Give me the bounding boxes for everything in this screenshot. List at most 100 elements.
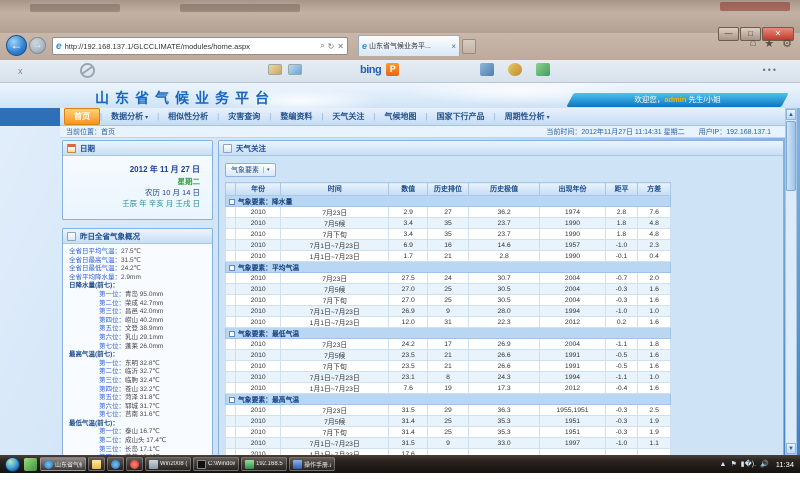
favorites-icon[interactable]: ★ bbox=[764, 37, 774, 50]
table-cell: 2010 bbox=[236, 361, 281, 372]
taskbar-clock[interactable]: 11:34 bbox=[776, 460, 794, 469]
weather-watch-title: 天气关注 bbox=[236, 143, 266, 154]
chevron-down-icon: ▾ bbox=[145, 115, 148, 121]
table-cell: 2.8 bbox=[605, 207, 638, 218]
addon-icon[interactable] bbox=[268, 64, 282, 75]
overflow-menu-icon[interactable]: ••• bbox=[763, 65, 778, 75]
address-bar[interactable]: e http://192.168.137.1/GLCCLIMATE/module… bbox=[52, 37, 348, 55]
table-cell: 2010 bbox=[236, 427, 281, 438]
stop-icon[interactable]: ✕ bbox=[337, 42, 344, 51]
group-header-row[interactable]: 气象要素：最低气温 bbox=[226, 328, 671, 339]
table-cell: 2010 bbox=[236, 207, 281, 218]
minimize-button[interactable]: — bbox=[718, 27, 739, 41]
table-cell: 7月23日 bbox=[281, 339, 389, 350]
summary-stat: 全省日最低气温：24.2℃ bbox=[69, 265, 210, 274]
group-header-row[interactable]: 气象要素：降水量 bbox=[226, 196, 671, 207]
table-cell: 24.3 bbox=[468, 372, 539, 383]
bing-badge-icon[interactable]: P bbox=[386, 63, 399, 76]
summary-stat: 全省日最高气温：31.5℃ bbox=[69, 257, 210, 266]
tab-close-icon[interactable]: × bbox=[451, 42, 456, 51]
group-header-row[interactable]: 气象要素：最高气温 bbox=[226, 394, 671, 405]
show-hidden-icons[interactable]: ▲ bbox=[720, 461, 727, 468]
scrollbar-thumb[interactable] bbox=[786, 121, 796, 191]
expand-checkbox-icon[interactable] bbox=[229, 397, 235, 403]
table-cell: -1.0 bbox=[605, 240, 638, 251]
start-button[interactable] bbox=[5, 457, 20, 472]
group-header-row[interactable]: 气象要素：平均气温 bbox=[226, 262, 671, 273]
refresh-icon[interactable]: ↻ bbox=[328, 42, 335, 51]
rank-item: 第四位：苍山 32.2℃ bbox=[69, 386, 210, 395]
row-lead-cell bbox=[226, 284, 236, 295]
network-icon[interactable]: ▮�). bbox=[741, 460, 756, 468]
letterbox bbox=[0, 473, 800, 500]
table-cell: 21 bbox=[428, 251, 469, 262]
addon-icon[interactable] bbox=[480, 63, 494, 76]
taskbar-button-label: 192.168.59.99... bbox=[256, 461, 283, 467]
row-lead-cell bbox=[226, 295, 236, 306]
settings-icon[interactable]: ⚙ bbox=[782, 37, 792, 50]
nav-item-1[interactable]: 首页 bbox=[64, 108, 100, 125]
search-icon[interactable]: ⌕ bbox=[320, 41, 324, 51]
rank-item: 第七位：莒南 31.6℃ bbox=[69, 411, 210, 420]
nav-item-7[interactable]: 气候地图 bbox=[375, 109, 425, 124]
nav-item-4[interactable]: 灾害查询 bbox=[219, 109, 269, 124]
forward-button[interactable]: → bbox=[29, 37, 46, 54]
back-button[interactable]: ← bbox=[6, 35, 27, 56]
chart-icon bbox=[223, 144, 232, 153]
rank-item: 第一位：泰山 16.7℃ bbox=[69, 428, 210, 437]
addon-icon[interactable] bbox=[288, 64, 302, 75]
table-cell: -0.3 bbox=[605, 405, 638, 416]
taskbar-button-label: 操作手册.docx ... bbox=[304, 460, 331, 469]
taskbar-button[interactable]: C:\Windows\s... bbox=[193, 457, 239, 471]
close-pane-icon[interactable]: x bbox=[18, 66, 23, 76]
table-cell: 1.6 bbox=[638, 350, 671, 361]
table-cell: 2010 bbox=[236, 405, 281, 416]
taskbar-folder-button[interactable] bbox=[88, 457, 105, 471]
taskbar-button[interactable]: Win2008 (VS2... bbox=[145, 457, 191, 471]
row-lead-cell bbox=[226, 218, 236, 229]
nav-item-9[interactable]: 周期性分析▾ bbox=[496, 109, 559, 124]
element-selector-button[interactable]: 气象要素 ▾ bbox=[225, 163, 276, 177]
column-header: 时间 bbox=[281, 183, 389, 196]
taskbar-opera-button[interactable] bbox=[126, 457, 143, 471]
home-icon[interactable]: ⌂ bbox=[750, 37, 757, 50]
weather-watch-panel: 天气关注 气象要素 ▾ 年份时间数值历史排位历史极值出现年份距平方差 气象要素：… bbox=[218, 140, 784, 455]
table-cell: 2004 bbox=[540, 273, 605, 284]
nav-item-2[interactable]: 数据分析▾ bbox=[102, 109, 157, 124]
action-center-icon[interactable]: ⚑ bbox=[730, 460, 736, 468]
bing-logo[interactable]: bing bbox=[360, 64, 381, 76]
url-text[interactable]: http://192.168.137.1/GLCCLIMATE/modules/… bbox=[65, 42, 318, 51]
scroll-down-arrow[interactable]: ▼ bbox=[786, 443, 796, 454]
quick-launch-icon[interactable] bbox=[24, 458, 37, 471]
table-row: 20107月1日~7月23日31.5933.01997-1.01.1 bbox=[226, 438, 671, 449]
status-strip: 当前位置：首页 当前时间：2012年11月27日 11:14:31 星期二 用户… bbox=[60, 126, 785, 138]
table-cell: -1.1 bbox=[605, 372, 638, 383]
lunar-date: 农历 10 月 14 日 bbox=[63, 187, 200, 198]
scroll-up-arrow[interactable]: ▲ bbox=[786, 109, 796, 120]
expand-checkbox-icon[interactable] bbox=[229, 265, 235, 271]
expand-checkbox-icon[interactable] bbox=[229, 199, 235, 205]
table-cell: 9 bbox=[428, 306, 469, 317]
webpage: 山东省气候业务平台 欢迎您，admin 先生/小姐 首页|数据分析▾|相似性分析… bbox=[0, 83, 800, 455]
nav-item-3[interactable]: 相似性分析 bbox=[159, 109, 217, 124]
addon-icon[interactable] bbox=[508, 63, 522, 76]
row-lead-cell bbox=[226, 229, 236, 240]
addon-icon[interactable] bbox=[536, 63, 550, 76]
expand-checkbox-icon[interactable] bbox=[229, 331, 235, 337]
browser-tab[interactable]: e 山东省气候业务平... × bbox=[358, 35, 460, 56]
taskbar-ie-button[interactable] bbox=[107, 457, 124, 471]
table-cell: 1.6 bbox=[638, 361, 671, 372]
nav-item-8[interactable]: 国家下行产品 bbox=[428, 109, 494, 124]
browser-commandbar: x bing P ••• bbox=[0, 60, 800, 83]
taskbar-button[interactable]: 操作手册.docx ... bbox=[289, 457, 335, 471]
new-tab-button[interactable] bbox=[462, 39, 476, 54]
blocked-addon-icon[interactable] bbox=[80, 63, 95, 78]
taskbar-button[interactable]: 192.168.59.99... bbox=[241, 457, 287, 471]
volume-icon[interactable]: 🔊 bbox=[760, 460, 769, 468]
rank-item: 第七位：蓬莱 26.0mm bbox=[69, 343, 210, 352]
nav-item-5[interactable]: 整编资料 bbox=[271, 109, 321, 124]
column-header: 数值 bbox=[389, 183, 428, 196]
taskbar-button-active[interactable]: 山东省气候业... bbox=[40, 457, 86, 471]
nav-item-6[interactable]: 天气关注 bbox=[323, 109, 373, 124]
page-scrollbar[interactable]: ▲ ▼ bbox=[785, 108, 797, 455]
